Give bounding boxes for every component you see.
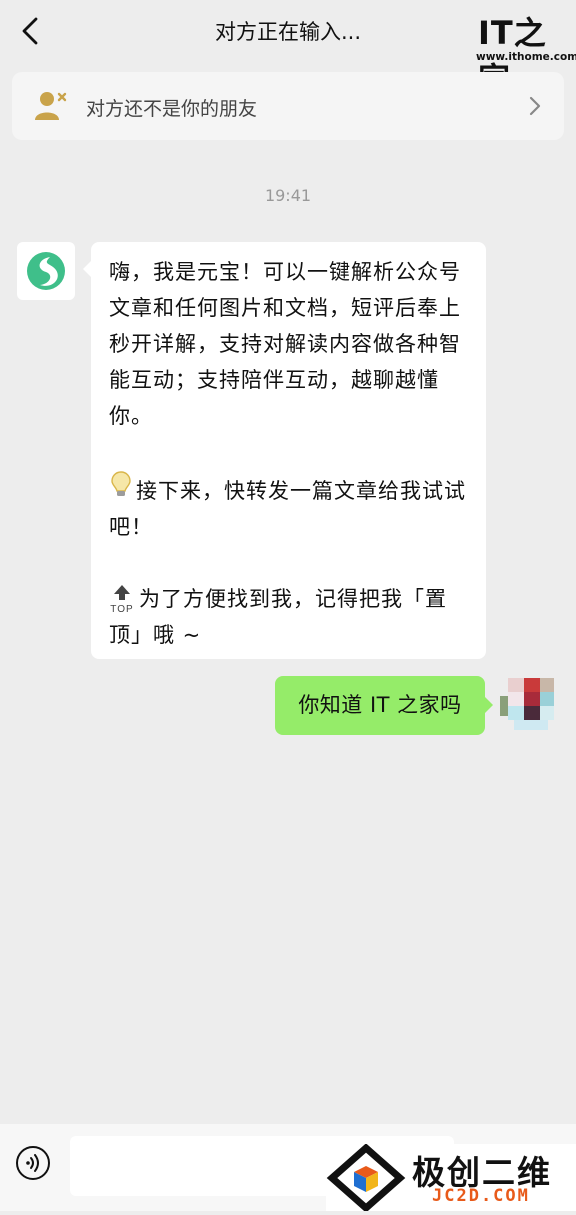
yuanbao-logo-icon (27, 252, 65, 290)
bot-message-para2: 接下来，快转发一篇文章给我试试吧！ (109, 479, 466, 539)
chevron-right-icon (528, 96, 542, 116)
jc2d-watermark: 极创二维 JC2D.COM (326, 1143, 576, 1213)
chat-header: 对方正在输入... IT之家 www.ithome.com (0, 0, 576, 98)
user-message-bubble[interactable]: 你知道 IT 之家吗 (275, 676, 493, 735)
cube-logo-icon (326, 1143, 406, 1213)
ithome-watermark: IT之家 www.ithome.com (476, 8, 576, 98)
watermark2-url: JC2D.COM (432, 1186, 530, 1206)
message-timestamp: 19:41 (264, 186, 312, 205)
bot-message-para3-line: TOP 为了方便找到我，记得把我「置顶」哦 ~ (109, 581, 470, 653)
top-arrow-icon: TOP (109, 584, 135, 615)
bot-message-para3: 为了方便找到我，记得把我「置顶」哦 ~ (109, 587, 447, 647)
watermark-url: www.ithome.com (476, 51, 576, 63)
not-friend-notice[interactable]: 对方还不是你的朋友 (12, 72, 564, 140)
bot-message-bubble[interactable]: 嗨，我是元宝！可以一键解析公众号文章和任何图片和文档，短评后奉上秒开详解，支持对… (83, 242, 486, 659)
notice-text: 对方还不是你的朋友 (86, 98, 258, 120)
user-avatar[interactable] (500, 664, 560, 734)
person-x-icon (34, 90, 68, 122)
lightbulb-icon (109, 470, 133, 509)
bot-avatar[interactable] (17, 242, 75, 300)
bot-message-para1: 嗨，我是元宝！可以一键解析公众号文章和任何图片和文档，短评后奉上秒开详解，支持对… (109, 260, 461, 428)
user-message-text: 你知道 IT 之家吗 (298, 693, 462, 717)
bot-message-para2-line: 接下来，快转发一篇文章给我试试吧！ (109, 470, 470, 545)
svg-text:TOP: TOP (110, 604, 133, 614)
voice-input-icon[interactable] (16, 1146, 50, 1180)
